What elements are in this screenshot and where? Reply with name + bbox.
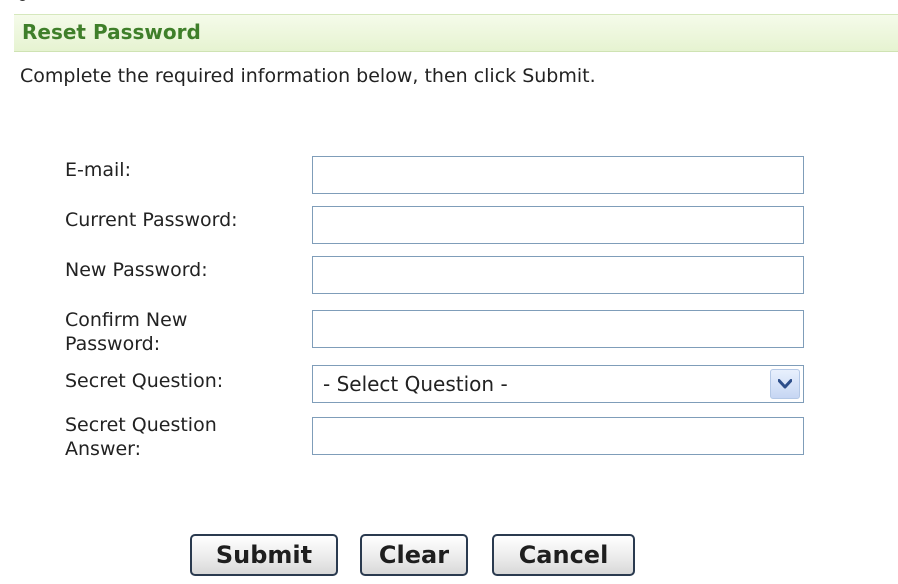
confirm-password-input[interactable] xyxy=(312,310,804,348)
secret-answer-input[interactable] xyxy=(312,417,804,455)
panel-title: Reset Password xyxy=(22,20,201,44)
email-input[interactable] xyxy=(312,156,804,194)
email-label: E-mail: xyxy=(65,159,131,181)
secret-question-label: Secret Question: xyxy=(65,370,224,392)
secret-question-select[interactable]: - Select Question - xyxy=(312,365,804,403)
partial-glyph xyxy=(16,0,30,4)
reset-password-page: Reset Password Complete the required inf… xyxy=(0,0,898,584)
clear-button[interactable]: Clear xyxy=(360,534,468,576)
dropdown-button[interactable] xyxy=(770,369,800,399)
secret-answer-label: Secret Question Answer: xyxy=(65,414,217,460)
current-password-input[interactable] xyxy=(312,206,804,244)
current-password-label: Current Password: xyxy=(65,209,238,231)
chevron-down-icon xyxy=(778,379,792,389)
new-password-label: New Password: xyxy=(65,259,208,281)
secret-question-selected: - Select Question - xyxy=(323,372,508,396)
instructions-text: Complete the required information below,… xyxy=(20,65,596,87)
submit-button[interactable]: Submit xyxy=(190,534,338,576)
cancel-button[interactable]: Cancel xyxy=(492,534,635,576)
confirm-password-label: Confirm New Password: xyxy=(65,309,188,355)
new-password-input[interactable] xyxy=(312,256,804,294)
